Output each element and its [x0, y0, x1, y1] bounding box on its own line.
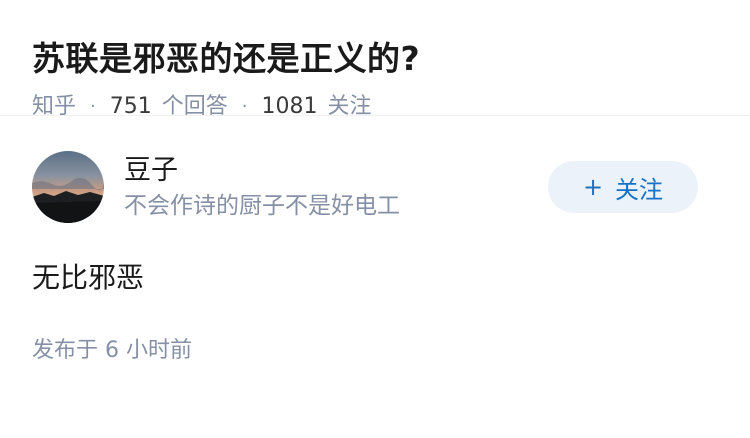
- avatar[interactable]: [32, 151, 104, 223]
- question-header: 苏联是邪恶的还是正义的? 知乎 · 751 个回答 · 1081 关注: [0, 0, 750, 119]
- author-row: 豆子 不会作诗的厨子不是好电工 + 关注: [32, 150, 718, 224]
- follow-count: 1081: [261, 94, 318, 119]
- author-info: 豆子 不会作诗的厨子不是好电工: [124, 153, 548, 221]
- answer-timestamp: 发布于 6 小时前: [32, 338, 192, 363]
- source-label[interactable]: 知乎: [32, 92, 76, 122]
- follow-button-label: 关注: [615, 175, 664, 204]
- follow-count-label: 关注: [327, 94, 372, 119]
- author-name[interactable]: 豆子: [124, 153, 548, 189]
- avatar-landscape-image: [32, 151, 104, 223]
- follow-button[interactable]: + 关注: [548, 161, 698, 213]
- question-meta: 知乎 · 751 个回答 · 1081 关注: [32, 92, 718, 122]
- meta-separator: ·: [90, 96, 96, 117]
- author-bio: 不会作诗的厨子不是好电工: [124, 193, 400, 219]
- meta-separator: ·: [241, 96, 248, 117]
- answer-content: 无比邪恶: [32, 261, 145, 294]
- answer-count-label: 个回答: [161, 94, 228, 119]
- answer-page: 苏联是邪恶的还是正义的? 知乎 · 751 个回答 · 1081 关注 豆子 不…: [0, 0, 750, 438]
- answer-card: 豆子 不会作诗的厨子不是好电工 + 关注 无比邪恶 发布于 6 小时前: [0, 150, 750, 366]
- question-title[interactable]: 苏联是邪恶的还是正义的?: [32, 36, 718, 82]
- plus-icon: +: [582, 173, 604, 201]
- answer-count: 751: [109, 94, 152, 119]
